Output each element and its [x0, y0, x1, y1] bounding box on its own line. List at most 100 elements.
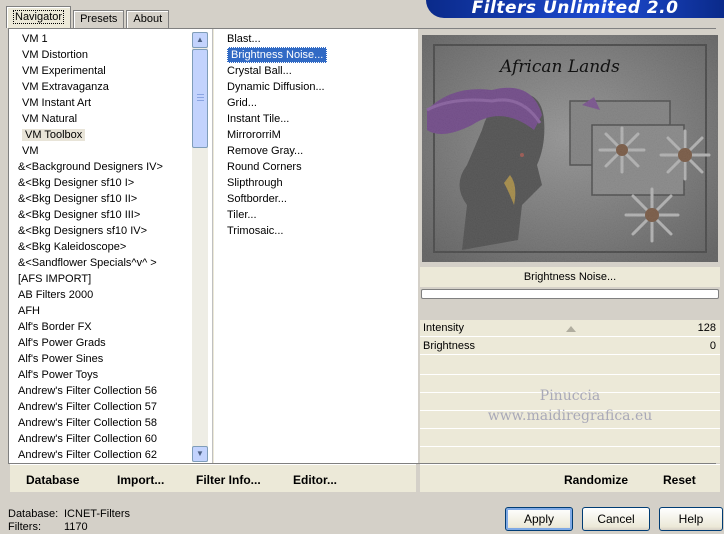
status-filters: Filters: 1170	[8, 521, 88, 533]
category-item-label: Andrew's Filter Collection 56	[18, 385, 158, 397]
tab-about[interactable]: About	[126, 10, 170, 28]
category-item[interactable]: &<Bkg Designers sf10 IV>	[14, 223, 192, 239]
category-item-label: Alf's Border FX	[18, 321, 92, 333]
reset-button[interactable]: Reset	[663, 473, 696, 487]
filter-item[interactable]: Tiler...	[224, 207, 414, 223]
param-divider	[420, 446, 720, 447]
param-brightness-value: 0	[709, 340, 716, 352]
database-button[interactable]: Database	[26, 473, 79, 487]
category-item-label: VM Natural	[22, 113, 78, 125]
category-item-label: VM 1	[22, 33, 48, 45]
filter-item-label: Tiler...	[227, 209, 257, 221]
cancel-button[interactable]: Cancel	[582, 507, 650, 531]
category-item[interactable]: Andrew's Filter Collection 60	[14, 431, 192, 447]
editor-button[interactable]: Editor...	[293, 473, 337, 487]
category-item[interactable]: &<Bkg Designer sf10 II>	[14, 191, 192, 207]
category-item-label: VM	[22, 145, 39, 157]
filter-item[interactable]: Instant Tile...	[224, 111, 414, 127]
category-item[interactable]: VM Natural	[14, 111, 192, 127]
category-item[interactable]: &<Background Designers IV>	[14, 159, 192, 175]
scroll-down-icon[interactable]: ▼	[192, 446, 208, 462]
scroll-up-icon[interactable]: ▲	[192, 32, 208, 48]
category-item[interactable]: AFH	[14, 303, 192, 319]
tab-navigator[interactable]: Navigator	[6, 6, 72, 28]
help-button[interactable]: Help	[659, 507, 723, 531]
right-action-bar: Randomize Reset	[420, 464, 720, 492]
left-action-bar: Database Import... Filter Info... Editor…	[10, 464, 416, 492]
filter-item-label: Blast...	[227, 33, 261, 45]
category-item-label: &<Background Designers IV>	[18, 161, 163, 173]
category-item[interactable]: VM Experimental	[14, 63, 192, 79]
category-item[interactable]: Alf's Border FX	[14, 319, 192, 335]
category-item[interactable]: VM Instant Art	[14, 95, 192, 111]
filter-item-label: Trimosaic...	[227, 225, 284, 237]
filter-item[interactable]: Brightness Noise...	[224, 47, 414, 63]
category-item[interactable]: Andrew's Filter Collection 62	[14, 447, 192, 463]
category-item[interactable]: Andrew's Filter Collection 58	[14, 415, 192, 431]
filter-item-label: Brightness Noise...	[227, 47, 328, 63]
watermark-url: www.maidiregrafica.eu	[487, 408, 653, 424]
filter-item-label: Grid...	[227, 97, 257, 109]
category-item-label: &<Bkg Kaleidoscope>	[18, 241, 127, 253]
category-item-label: &<Sandflower Specials^v^ >	[18, 257, 157, 269]
category-item-label: Alf's Power Grads	[18, 337, 106, 349]
category-list[interactable]: VM 1 VM Distortion VM Experimental VM Extra…	[14, 31, 192, 463]
tab-presets[interactable]: Presets	[73, 10, 125, 28]
watermark-name: Pinuccia	[539, 388, 601, 404]
category-item-label: VM Extravaganza	[22, 81, 109, 93]
category-item-label: &<Bkg Designer sf10 II>	[18, 193, 138, 205]
category-item[interactable]: [AFS IMPORT]	[14, 271, 192, 287]
filter-item-label: Instant Tile...	[227, 113, 290, 125]
filter-item[interactable]: Remove Gray...	[224, 143, 414, 159]
category-item[interactable]: Andrew's Filter Collection 56	[14, 383, 192, 399]
category-item[interactable]: VM Distortion	[14, 47, 192, 63]
filter-item[interactable]: Slipthrough	[224, 175, 414, 191]
filter-item[interactable]: Grid...	[224, 95, 414, 111]
category-item[interactable]: VM Toolbox	[14, 127, 192, 143]
category-scrollbar[interactable]: ▲ ▼	[192, 32, 208, 462]
filter-item-label: Round Corners	[227, 161, 302, 173]
param-intensity[interactable]: Intensity 128	[420, 320, 720, 337]
category-item-label: &<Bkg Designer sf10 III>	[18, 209, 141, 221]
category-item[interactable]: Andrew's Filter Collection 57	[14, 399, 192, 415]
category-item-label: VM Toolbox	[22, 129, 86, 141]
progress-bar	[421, 289, 719, 299]
category-item[interactable]: Alf's Power Toys	[14, 367, 192, 383]
filter-list[interactable]: Blast... Brightness Noise... Crystal Ball.…	[224, 31, 414, 239]
category-item[interactable]: Alf's Power Grads	[14, 335, 192, 351]
filter-item[interactable]: Softborder...	[224, 191, 414, 207]
slider-marker-icon[interactable]	[566, 326, 576, 332]
filter-info-button[interactable]: Filter Info...	[196, 473, 261, 487]
category-item-label: AFH	[18, 305, 40, 317]
category-item-label: Alf's Power Sines	[18, 353, 104, 365]
category-item-label: &<Bkg Designer sf10 I>	[18, 177, 135, 189]
category-item-label: VM Distortion	[22, 49, 89, 61]
category-item[interactable]: Alf's Power Sines	[14, 351, 192, 367]
status-filters-value: 1170	[64, 521, 88, 533]
category-item[interactable]: AB Filters 2000	[14, 287, 192, 303]
category-item-label: AB Filters 2000	[18, 289, 94, 301]
list-divider	[212, 29, 214, 463]
category-item[interactable]: &<Sandflower Specials^v^ >	[14, 255, 192, 271]
category-item[interactable]: VM 1	[14, 31, 192, 47]
category-item-label: [AFS IMPORT]	[18, 273, 92, 285]
filter-item-label: Slipthrough	[227, 177, 283, 189]
category-item[interactable]: VM Extravaganza	[14, 79, 192, 95]
param-brightness[interactable]: Brightness 0	[420, 338, 720, 355]
filter-item[interactable]: Round Corners	[224, 159, 414, 175]
scroll-thumb[interactable]	[192, 49, 208, 148]
filter-item[interactable]: Blast...	[224, 31, 414, 47]
category-item[interactable]: &<Bkg Designer sf10 I>	[14, 175, 192, 191]
randomize-button[interactable]: Randomize	[564, 473, 628, 487]
filter-item[interactable]: Trimosaic...	[224, 223, 414, 239]
import-button[interactable]: Import...	[117, 473, 164, 487]
category-item-label: &<Bkg Designers sf10 IV>	[18, 225, 148, 237]
filter-item[interactable]: Crystal Ball...	[224, 63, 414, 79]
category-item[interactable]: &<Bkg Designer sf10 III>	[14, 207, 192, 223]
filter-item[interactable]: Dynamic Diffusion...	[224, 79, 414, 95]
category-item[interactable]: &<Bkg Kaleidoscope>	[14, 239, 192, 255]
filter-item[interactable]: MirrororriM	[224, 127, 414, 143]
category-item-label: Andrew's Filter Collection 58	[18, 417, 158, 429]
category-item[interactable]: VM	[14, 143, 192, 159]
apply-button[interactable]: Apply	[505, 507, 573, 531]
